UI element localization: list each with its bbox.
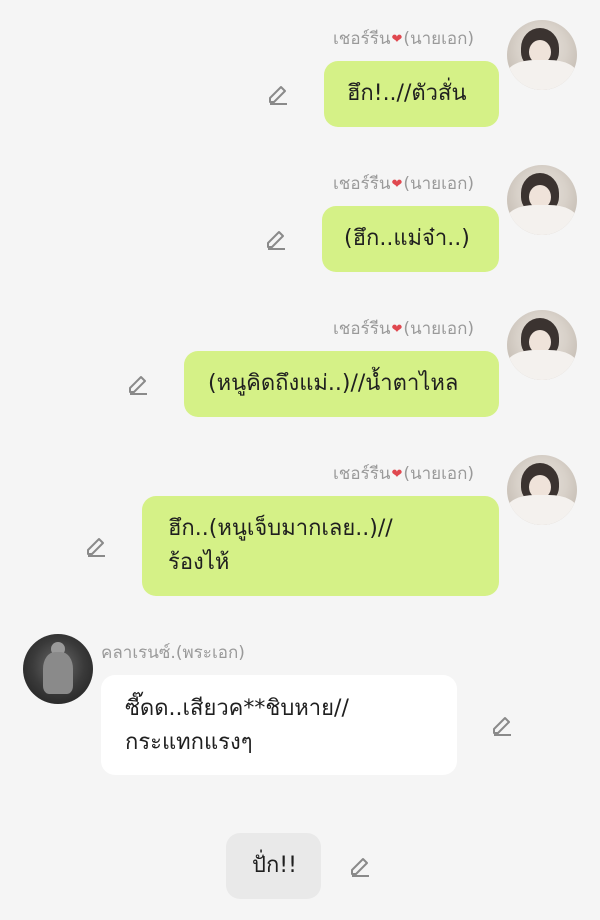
sender-name-text: เชอร์รีน <box>333 174 391 194</box>
chat-bubble[interactable]: ฮึก..(หนูเจ็บมากเลย..)// ร้องไห้ <box>142 496 499 596</box>
sender-name: เชอร์รีน❤(นายเอก) <box>333 170 474 197</box>
message-text-line-1: ซี๊ดด..เสียวค**ชิบหาย// <box>125 696 349 721</box>
narration-bubble[interactable]: ปั่ก!! <box>226 833 321 899</box>
sender-name-text: เชอร์รีน <box>333 29 391 49</box>
sender-name: เชอร์รีน❤(นายเอก) <box>333 460 474 487</box>
sender-role: (นายเอก) <box>403 464 475 484</box>
avatar[interactable] <box>507 20 577 90</box>
chat-bubble[interactable]: (หนูคิดถึงแม่..)//น้ำตาไหล <box>184 351 499 417</box>
avatar[interactable] <box>507 455 577 525</box>
sender-role: (นายเอก) <box>403 174 475 194</box>
message-text-line-2: กระแทกแรงๆ <box>125 730 253 755</box>
sender-name: เชอร์รีน❤(นายเอก) <box>333 25 474 52</box>
pencil-edit-icon[interactable] <box>83 534 109 560</box>
chat-bubble[interactable]: ฮึก!..//ตัวสั่น <box>324 61 499 127</box>
chat-bubble[interactable]: (ฮึก..แม่จ๋า..) <box>322 206 499 272</box>
message-text-line-1: ฮึก..(หนูเจ็บมากเลย..)// <box>168 516 393 541</box>
avatar[interactable] <box>23 634 93 704</box>
message-text: (หนูคิดถึงแม่..)//น้ำตาไหล <box>208 371 459 396</box>
pencil-edit-icon[interactable] <box>263 227 289 253</box>
pencil-edit-icon[interactable] <box>265 82 291 108</box>
chat-bubble[interactable]: ซี๊ดด..เสียวค**ชิบหาย// กระแทกแรงๆ <box>101 675 457 775</box>
heart-icon: ❤ <box>391 322 403 337</box>
sender-name: คลาเรนซ์.(พระเอก) <box>101 643 245 663</box>
message-text: ฮึก!..//ตัวสั่น <box>347 81 467 106</box>
heart-icon: ❤ <box>391 32 403 47</box>
pencil-edit-icon[interactable] <box>125 372 151 398</box>
pencil-edit-icon[interactable] <box>489 713 515 739</box>
avatar[interactable] <box>507 165 577 235</box>
message-text: (ฮึก..แม่จ๋า..) <box>344 226 470 251</box>
message-text: ปั่ก!! <box>252 853 297 878</box>
heart-icon: ❤ <box>391 177 403 192</box>
heart-icon: ❤ <box>391 467 403 482</box>
sender-name: เชอร์รีน❤(นายเอก) <box>333 315 474 342</box>
sender-name-text: เชอร์รีน <box>333 319 391 339</box>
message-text-line-2: ร้องไห้ <box>168 550 230 575</box>
sender-role: (นายเอก) <box>403 29 475 49</box>
sender-name-text: เชอร์รีน <box>333 464 391 484</box>
sender-role: (นายเอก) <box>403 319 475 339</box>
avatar[interactable] <box>507 310 577 380</box>
pencil-edit-icon[interactable] <box>347 854 373 880</box>
